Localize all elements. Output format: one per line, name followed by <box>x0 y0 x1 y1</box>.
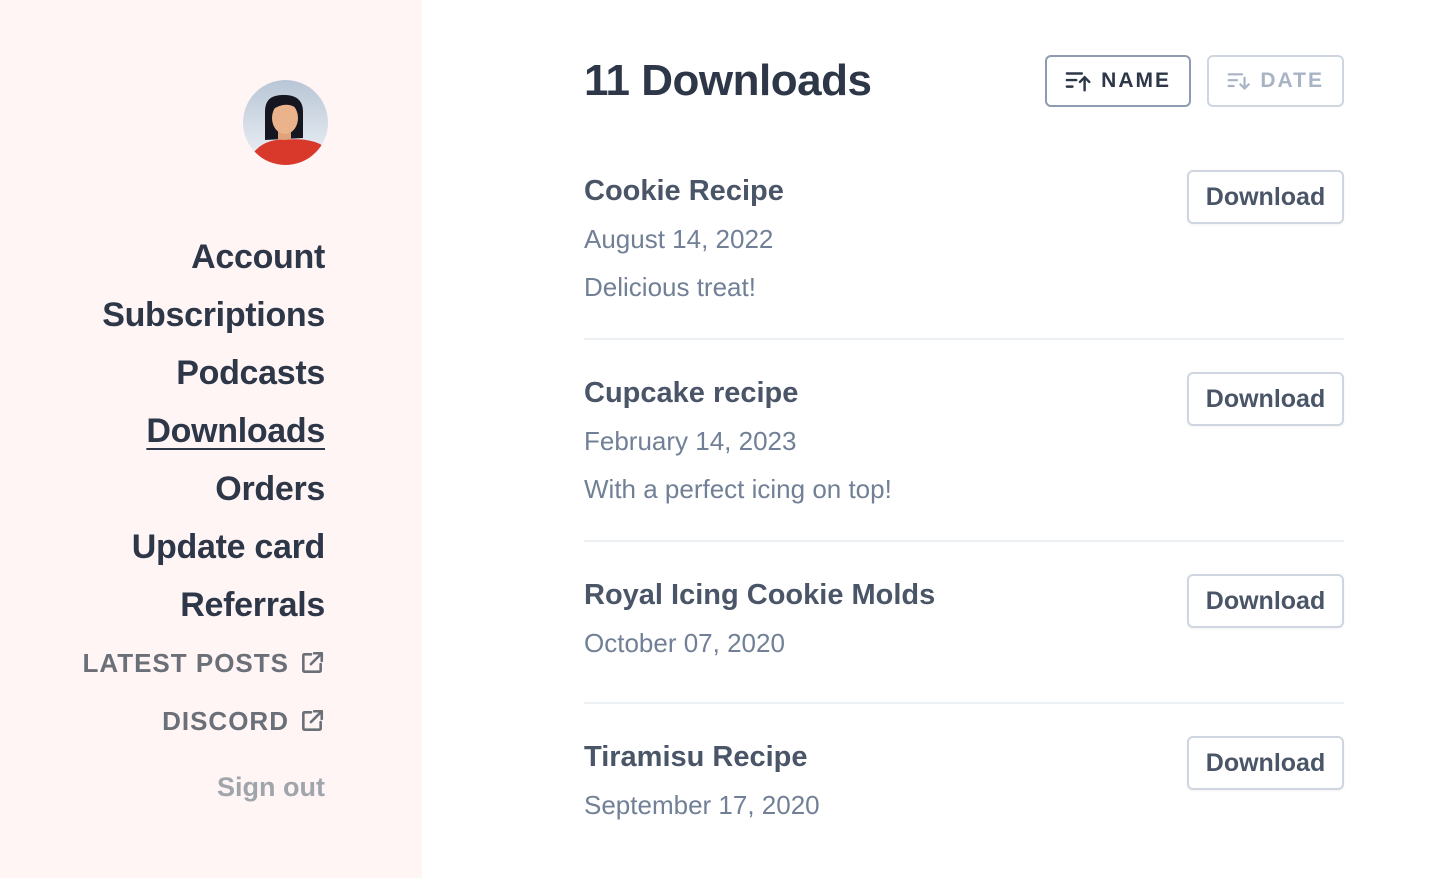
sort-name-label: NAME <box>1101 69 1171 92</box>
page-title: 11 Downloads <box>584 56 872 105</box>
download-item: Royal Icing Cookie Molds October 07, 202… <box>584 542 1344 704</box>
sidebar-item-referrals[interactable]: Referrals <box>82 576 325 634</box>
download-button[interactable]: Download <box>1187 372 1344 426</box>
sidebar: Account Subscriptions Podcasts Downloads… <box>0 0 422 878</box>
sort-by-date-button[interactable]: DATE <box>1207 55 1344 107</box>
sidebar-item-orders[interactable]: Orders <box>82 460 325 518</box>
discord-link[interactable]: DISCORD <box>82 692 325 750</box>
sort-date-label: DATE <box>1260 69 1324 92</box>
avatar[interactable] <box>243 80 328 165</box>
sort-descending-icon <box>1227 73 1250 91</box>
external-link-icon <box>302 651 324 673</box>
item-description: With a perfect icing on top! <box>584 474 892 504</box>
external-link-icon <box>302 709 324 731</box>
item-date: September 17, 2020 <box>584 790 820 820</box>
latest-posts-label: LATEST POSTS <box>82 647 289 678</box>
item-date: October 07, 2020 <box>584 628 785 658</box>
sign-out-link[interactable]: Sign out <box>82 762 325 812</box>
download-button[interactable]: Download <box>1187 170 1344 224</box>
avatar-image <box>243 80 328 165</box>
sidebar-item-downloads[interactable]: Downloads <box>82 402 325 460</box>
item-date: August 14, 2022 <box>584 224 774 254</box>
discord-label: DISCORD <box>162 705 289 736</box>
download-item: Cupcake recipe February 14, 2023 With a … <box>584 340 1344 542</box>
download-item: Tiramisu Recipe September 17, 2020 Downl… <box>584 704 1344 864</box>
main-content: 11 Downloads NAME DATE Cookie Recipe Aug… <box>422 0 1440 878</box>
sidebar-item-podcasts[interactable]: Podcasts <box>82 344 325 402</box>
sidebar-nav: Account Subscriptions Podcasts Downloads… <box>82 228 325 812</box>
latest-posts-link[interactable]: LATEST POSTS <box>82 634 325 692</box>
sidebar-item-account[interactable]: Account <box>82 228 325 286</box>
download-button[interactable]: Download <box>1187 574 1344 628</box>
sidebar-item-update-card[interactable]: Update card <box>82 518 326 576</box>
downloads-list: Cookie Recipe August 14, 2022 Delicious … <box>584 150 1344 864</box>
item-date: February 14, 2023 <box>584 426 797 456</box>
sort-ascending-icon <box>1065 72 1091 92</box>
page: Account Subscriptions Podcasts Downloads… <box>0 0 1440 878</box>
download-button[interactable]: Download <box>1187 736 1344 790</box>
item-description: Delicious treat! <box>584 272 756 302</box>
sidebar-item-subscriptions[interactable]: Subscriptions <box>82 286 325 344</box>
download-item: Cookie Recipe August 14, 2022 Delicious … <box>584 150 1344 340</box>
sort-by-name-button[interactable]: NAME <box>1045 55 1191 107</box>
